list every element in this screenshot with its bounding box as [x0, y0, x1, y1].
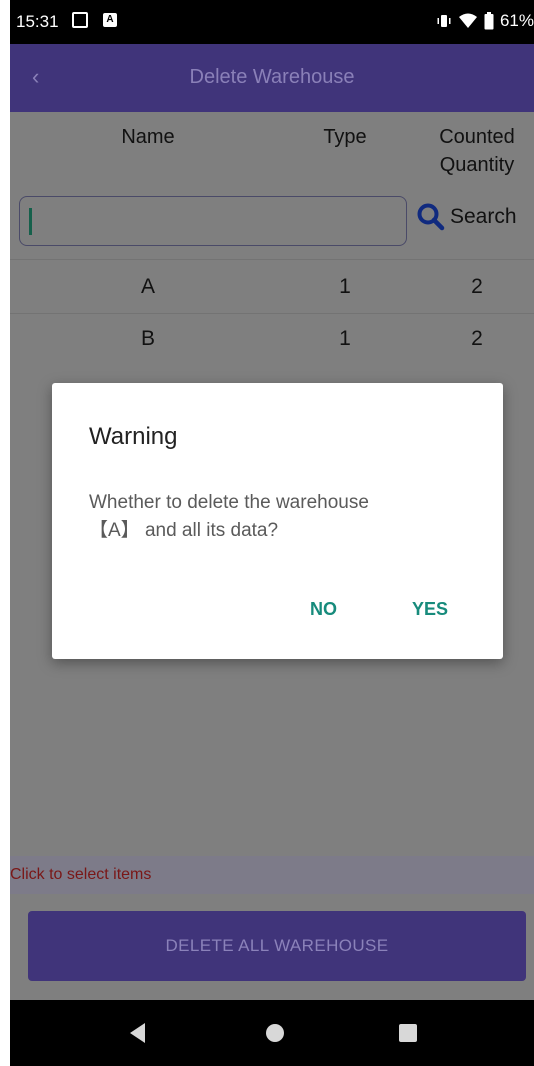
nav-back-icon[interactable]	[130, 1023, 145, 1043]
yes-button[interactable]: YES	[412, 599, 448, 620]
dialog-title: Warning	[89, 423, 178, 450]
status-time: 15:31	[16, 12, 59, 31]
row-counted-quantity: 2	[471, 275, 483, 298]
row-counted-quantity: 2	[471, 327, 483, 350]
page-title: Delete Warehouse	[189, 66, 355, 88]
row-type: 1	[339, 327, 351, 350]
no-button[interactable]: NO	[310, 599, 337, 620]
delete-all-warehouse-button[interactable]: DELETE ALL WAREHOUSE	[28, 911, 526, 981]
column-header-counted-quantity-line2: Quantity	[439, 154, 515, 176]
row-name: A	[140, 275, 155, 298]
dialog-message-line2: 【A】 and all its data?	[89, 520, 279, 541]
row-name: B	[140, 327, 155, 350]
search-button[interactable]: Search	[416, 202, 517, 232]
warning-dialog: Warning Whether to delete the warehouse …	[52, 383, 503, 659]
search-button-label: Search	[450, 205, 517, 228]
vibrate-icon	[437, 15, 451, 27]
column-header-type: Type	[323, 126, 367, 148]
search-icon	[417, 203, 445, 231]
app-bar: ‹ Delete Warehouse	[10, 44, 534, 112]
system-nav-bar	[10, 1000, 534, 1066]
status-bar: 15:31 A 61%	[10, 0, 534, 44]
status-icons: 61%	[436, 11, 534, 31]
hint-text: Click to select items	[10, 866, 152, 883]
search-input[interactable]	[19, 196, 407, 246]
row-type: 1	[339, 275, 351, 298]
bottom-action-area: DELETE ALL WAREHOUSE	[10, 894, 534, 1000]
table-row[interactable]: B 1 2	[10, 314, 534, 368]
dialog-message: Whether to delete the warehouse 【A】 and …	[89, 489, 469, 545]
column-header-counted-quantity-line1: Counted	[439, 126, 515, 148]
table-row[interactable]: A 1 2	[10, 260, 534, 314]
battery-icon	[484, 12, 494, 30]
nav-recents-icon[interactable]	[399, 1024, 417, 1042]
dialog-message-line1: Whether to delete the warehouse	[89, 492, 369, 513]
app-notification-icon: A	[103, 13, 117, 27]
column-header-name: Name	[121, 126, 175, 148]
text-cursor	[29, 208, 32, 235]
battery-percent: 61%	[499, 11, 534, 30]
table-header: Name Type Counted Quantity	[10, 112, 534, 188]
phone-screen: 15:31 A 61% ‹ Delete Warehouse Name Type	[10, 0, 534, 1066]
screenshot-icon	[72, 12, 88, 28]
nav-home-icon[interactable]	[266, 1024, 284, 1042]
wifi-icon	[458, 13, 477, 28]
